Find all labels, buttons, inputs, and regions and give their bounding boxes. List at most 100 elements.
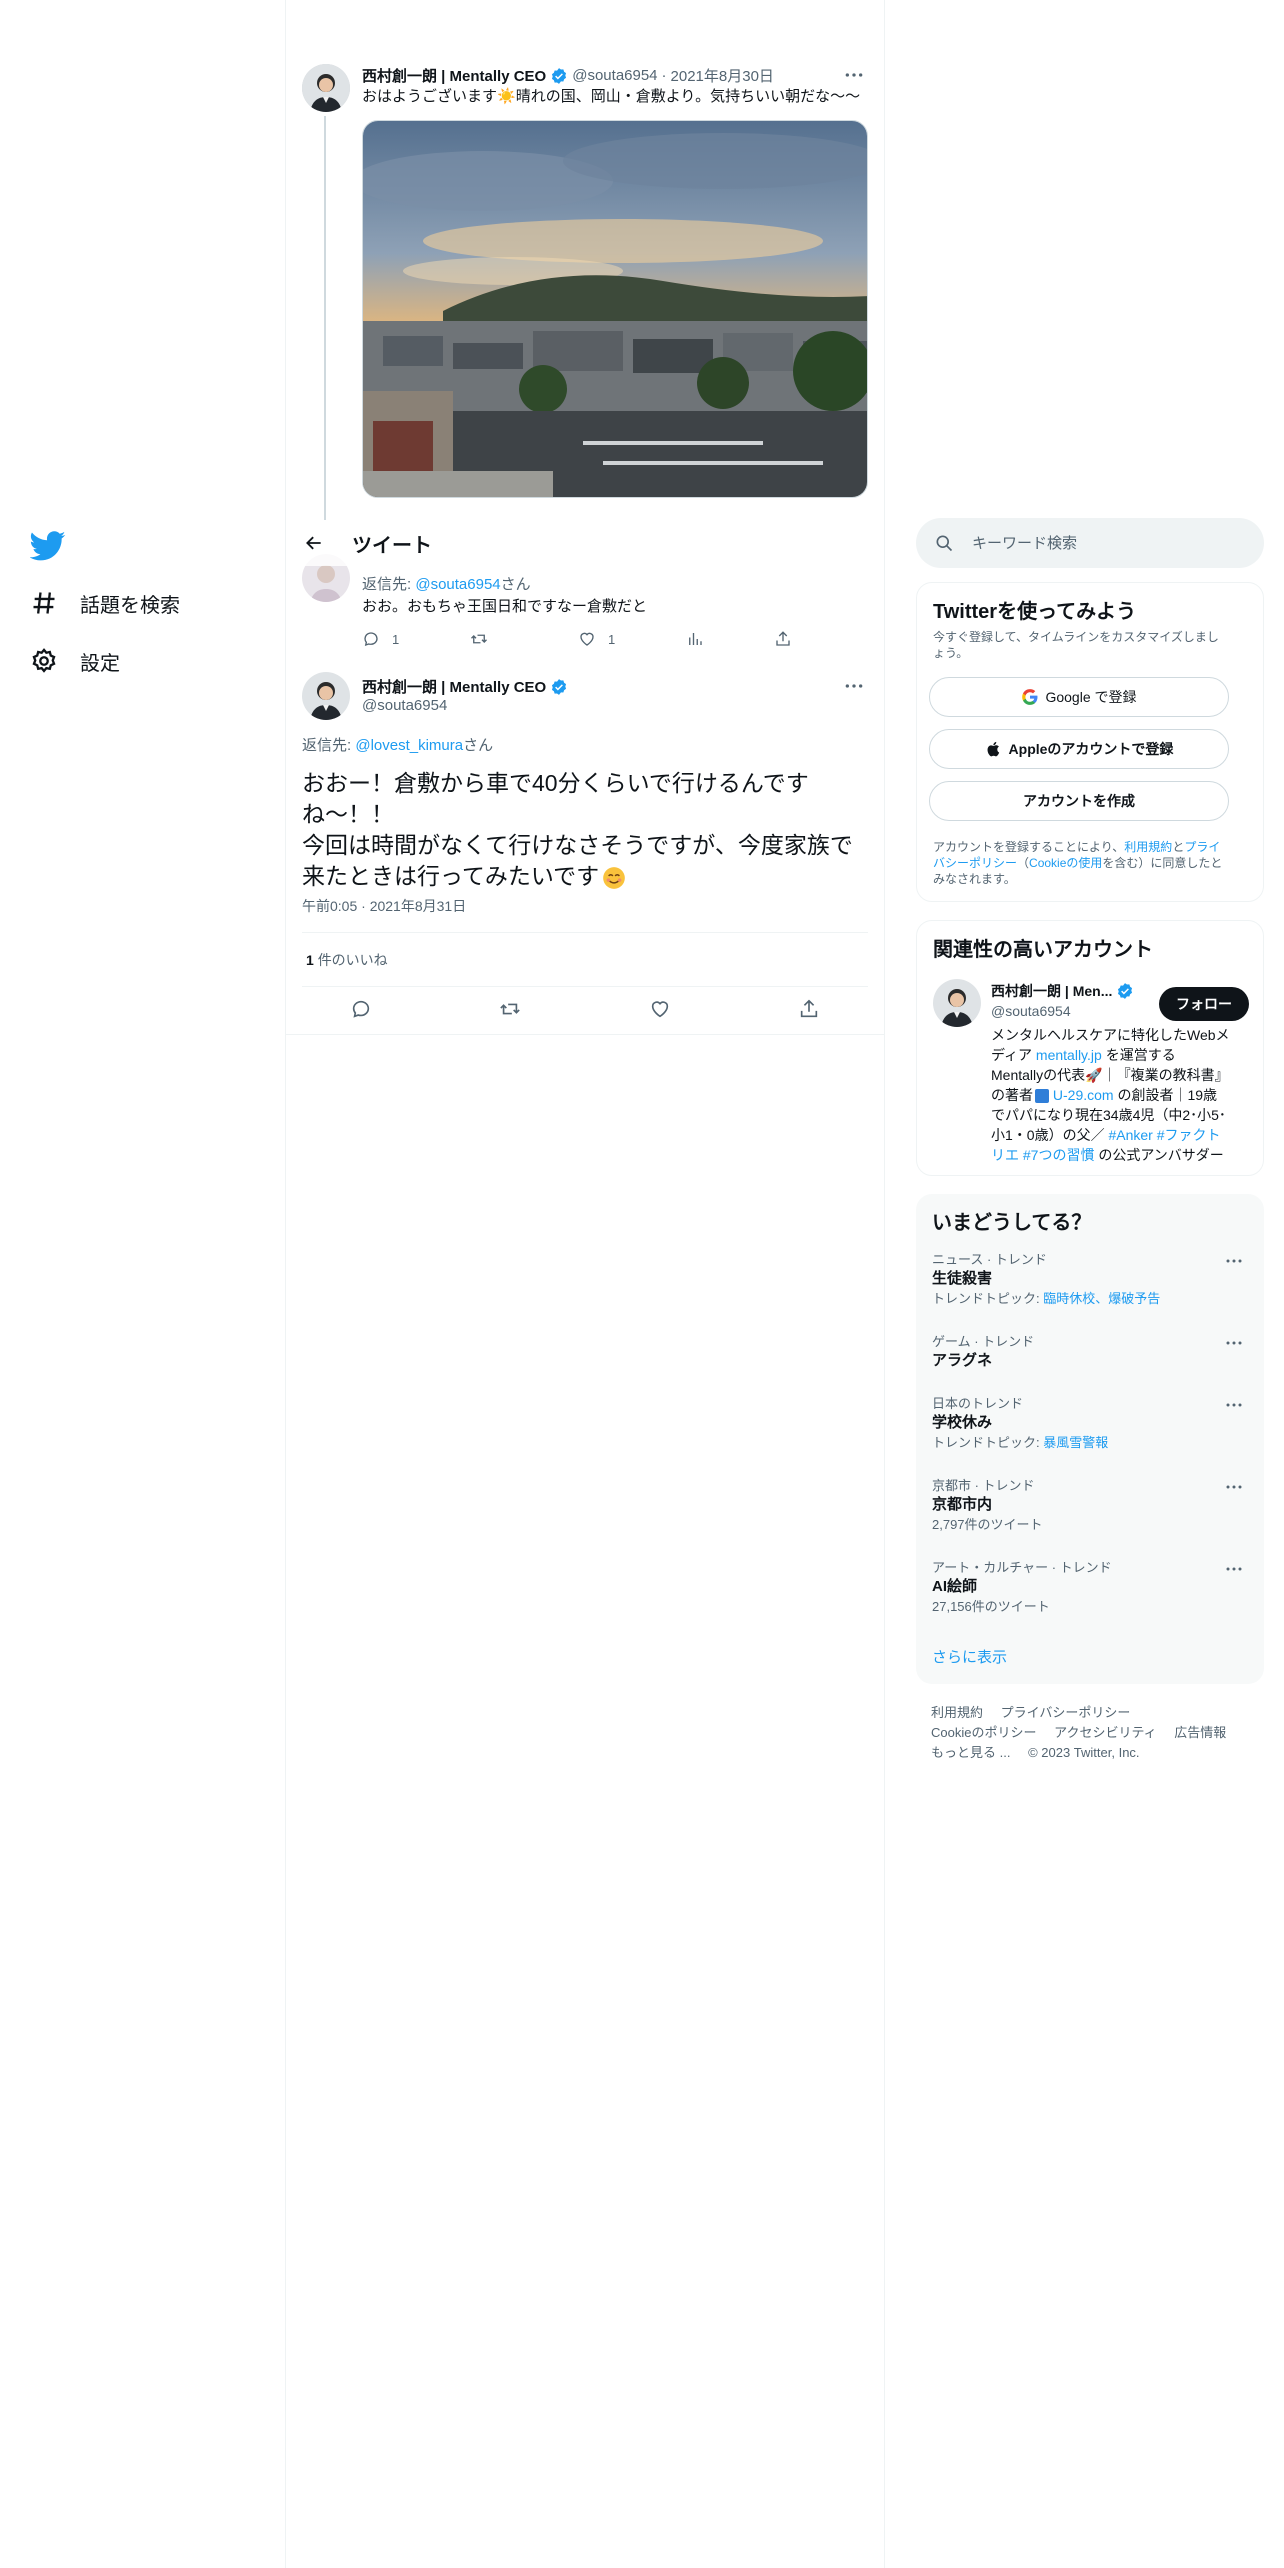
more-options-icon[interactable] [1220, 1396, 1248, 1414]
retweet-button[interactable] [499, 998, 521, 1020]
author-name[interactable]: 西村創一朗 | Mentally CEO [362, 676, 546, 697]
rocket-emoji-icon: 🚀 [1085, 1067, 1103, 1083]
smiling-face-emoji-icon [601, 865, 627, 891]
cookie-link[interactable]: Cookieの使用 [1029, 856, 1102, 870]
footer-privacy-link[interactable]: プライバシーポリシー [1001, 1705, 1131, 1720]
retweet-icon [471, 634, 487, 644]
verified-badge-icon [550, 678, 568, 696]
author-handle[interactable]: @souta6954 [572, 67, 657, 84]
tweet-time: 午前0:05 [302, 898, 358, 914]
divider [302, 932, 868, 933]
main-tweet-text: おおー！倉敷から車で40分くらいで行けるんです ね〜！！ 今回は時間がなくて行け… [302, 768, 868, 892]
google-signup-button[interactable]: Google で登録 [929, 677, 1229, 717]
more-options-icon[interactable] [1220, 1334, 1248, 1352]
reply-button[interactable]: 1 [362, 630, 470, 648]
more-options-icon[interactable] [840, 677, 868, 695]
analytics-icon [689, 633, 702, 645]
reply-suffix: さん [500, 576, 531, 593]
search-box[interactable] [916, 518, 1264, 568]
privacy-link[interactable]: プライ [1184, 840, 1220, 854]
nav-settings-label: 設定 [80, 652, 120, 675]
footer-ads-link[interactable]: 広告情報 [1174, 1725, 1226, 1740]
bio-link[interactable]: mentally.jp [1036, 1047, 1102, 1063]
like-button[interactable]: 1 [578, 630, 686, 648]
heart-icon [651, 1001, 668, 1018]
avatar[interactable] [302, 672, 350, 720]
divider [302, 986, 868, 987]
trend-item[interactable]: 日本のトレンド 学校休み トレンドトピック: 暴風雪警報 [932, 1396, 1248, 1452]
reply-count: 1 [392, 631, 400, 647]
more-options-icon[interactable] [1220, 1478, 1248, 1496]
share-button[interactable] [798, 998, 820, 1020]
like-button[interactable] [649, 998, 671, 1020]
nav-explore-label: 話題を検索 [80, 594, 180, 617]
reply-handle-link[interactable]: @lovest_kimura [355, 737, 463, 754]
reply-handle-link[interactable]: @souta6954 [415, 576, 500, 593]
tweet-timestamp[interactable]: 午前0:05 · 2021年8月31日 [302, 896, 466, 916]
trend-tweet-count: 2,797件のツイート [932, 1517, 1043, 1532]
more-options-icon[interactable] [1220, 1560, 1248, 1578]
nav-settings[interactable]: 設定 [30, 641, 120, 681]
search-input[interactable] [972, 534, 1252, 552]
trend-item[interactable]: ニュース · トレンド 生徒殺害 トレンドトピック: 臨時休校、爆破予告 [932, 1252, 1248, 1308]
more-options-icon[interactable] [840, 66, 868, 84]
terms-text: を含む）に同意したと [1102, 856, 1223, 870]
trend-subtext-label: トレンドトピック: [932, 1435, 1044, 1450]
avatar[interactable] [302, 64, 350, 112]
terms-link[interactable]: 利用規約 [1124, 840, 1172, 854]
bio-link[interactable]: #Anker #ファクト [1108, 1127, 1220, 1143]
like-count: 1 [608, 631, 616, 647]
reply-prefix: 返信先: [362, 576, 412, 593]
trend-context: ニュース · トレンド [932, 1252, 1047, 1267]
tweet-photo[interactable] [362, 120, 868, 498]
account-name[interactable]: 西村創一朗 | Men... [991, 981, 1112, 1001]
reply-icon [352, 1000, 369, 1018]
twitter-logo-icon[interactable] [30, 528, 66, 564]
retweet-button[interactable] [470, 630, 578, 648]
share-button[interactable] [774, 630, 792, 648]
author-name[interactable]: 西村創一朗 | Mentally CEO [362, 65, 546, 86]
terms-text: と [1172, 840, 1185, 854]
trends-title: いまどうしてる？ [932, 1212, 1092, 1234]
follow-button[interactable]: フォロー [1159, 987, 1249, 1021]
create-account-button[interactable]: アカウントを作成 [929, 781, 1229, 821]
footer-accessibility-link[interactable]: アクセシビリティ [1054, 1725, 1157, 1740]
likes-summary[interactable]: 1 件のいいね [306, 950, 388, 970]
nav-explore[interactable]: 話題を検索 [30, 583, 180, 623]
tweet-text-line: 今回は時間がなくて行けなさそうですが、今度家族で [302, 832, 853, 858]
more-options-icon[interactable] [1220, 1252, 1248, 1270]
tweet-header: 西村創一朗 | Mentally CEO @souta6954 · 2021年8… [362, 65, 774, 86]
avatar[interactable] [933, 979, 981, 1027]
trend-item[interactable]: ゲーム · トレンド アラグネ [932, 1334, 1248, 1372]
bio-line: でパパになり現在34歳4児（中2･小5･ [991, 1107, 1226, 1123]
account-handle[interactable]: @souta6954 [991, 1001, 1071, 1021]
reply-prefix: 返信先: [302, 737, 352, 754]
apple-signup-button[interactable]: Appleのアカウントで登録 [929, 729, 1229, 769]
reply-button[interactable] [350, 998, 372, 1020]
trend-name: AI絵師 [932, 1578, 978, 1595]
trend-topic-link[interactable]: 臨時休校、爆破予告 [1043, 1291, 1160, 1306]
reply-to-line: 返信先: @souta6954さん [362, 575, 531, 595]
bio-link[interactable]: リエ #7つの習慣 [991, 1147, 1094, 1163]
back-arrow-icon[interactable] [296, 525, 332, 561]
bio-text: ｜『複業の教科書』 [1102, 1067, 1229, 1083]
footer-more-link[interactable]: もっと見る ... [931, 1745, 1010, 1760]
privacy-link[interactable]: バシーポリシー [933, 856, 1017, 870]
tweet-date[interactable]: 2021年8月30日 [671, 65, 774, 86]
show-more-link[interactable]: さらに表示 [932, 1646, 1007, 1667]
analytics-button[interactable] [686, 630, 774, 648]
trend-topic-link[interactable]: 暴風雪警報 [1043, 1435, 1108, 1450]
bio-link[interactable]: U-29.com [1049, 1087, 1114, 1103]
signup-subtitle-line: 今すぐ登録して、タイムラインをカスタマイズしまし [933, 630, 1219, 644]
trend-subtext: トレンドトピック: 暴風雪警報 [932, 1434, 1248, 1452]
footer-cookie-link[interactable]: Cookieのポリシー [931, 1725, 1036, 1740]
hashtag-icon [30, 589, 58, 617]
retweet-icon [500, 1003, 521, 1015]
tweet-text-line: おおー！倉敷から車で40分くらいで行けるんです [302, 770, 809, 796]
likes-label: 件のいいね [317, 952, 388, 968]
dot-separator: · [361, 898, 366, 914]
trend-item[interactable]: 京都市 · トレンド 京都市内 2,797件のツイート [932, 1478, 1248, 1534]
trend-item[interactable]: アート・カルチャー · トレンド AI絵師 27,156件のツイート [932, 1560, 1248, 1616]
author-handle[interactable]: @souta6954 [362, 696, 447, 716]
footer-terms-link[interactable]: 利用規約 [931, 1705, 983, 1720]
